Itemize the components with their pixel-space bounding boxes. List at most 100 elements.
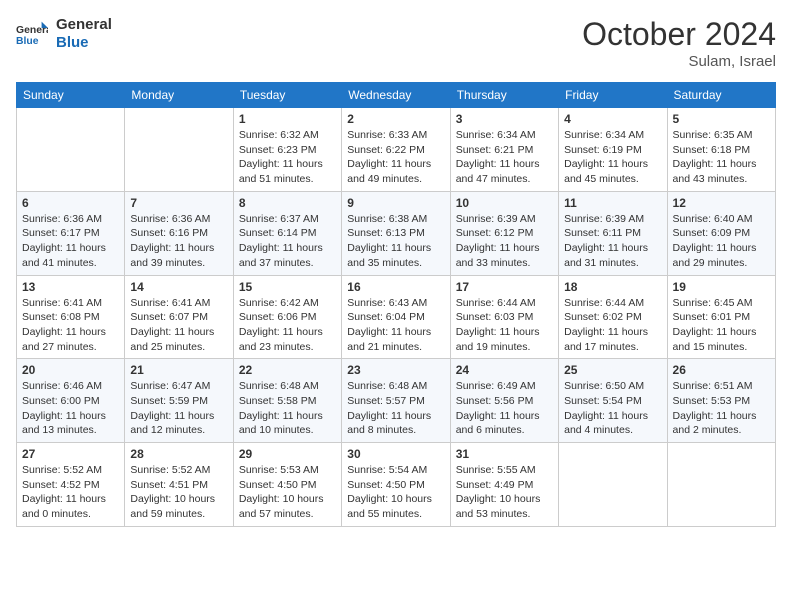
calendar-cell — [17, 108, 125, 192]
day-number: 25 — [564, 363, 661, 377]
day-info: Sunrise: 5:52 AM Sunset: 4:52 PM Dayligh… — [22, 463, 119, 522]
location: Sulam, Israel — [582, 53, 776, 70]
page-header: General Blue General Blue October 2024 S… — [16, 16, 776, 70]
col-header-saturday: Saturday — [667, 83, 775, 108]
day-info: Sunrise: 6:38 AM Sunset: 6:13 PM Dayligh… — [347, 212, 444, 271]
calendar-cell: 23Sunrise: 6:48 AM Sunset: 5:57 PM Dayli… — [342, 359, 450, 443]
calendar-cell: 14 Sunrise: 6:41 AM Sunset: 6:07 PM Dayli… — [125, 275, 233, 359]
day-number: 17 — [456, 280, 553, 294]
calendar-cell: 17Sunrise: 6:44 AM Sunset: 6:03 PM Dayli… — [450, 275, 558, 359]
day-number: 9 — [347, 196, 444, 210]
day-number: 1 — [239, 112, 336, 126]
calendar-cell: 6 Sunrise: 6:36 AM Sunset: 6:17 PM Daylig… — [17, 191, 125, 275]
calendar-cell: 9 Sunrise: 6:38 AM Sunset: 6:13 PM Daylig… — [342, 191, 450, 275]
calendar-cell: 29 Sunrise: 5:53 AM Sunset: 4:50 PM Dayli… — [233, 443, 341, 527]
day-number: 31 — [456, 447, 553, 461]
col-header-friday: Friday — [559, 83, 667, 108]
day-number: 10 — [456, 196, 553, 210]
day-info: Sunrise: 6:40 AM Sunset: 6:09 PM Dayligh… — [673, 212, 770, 271]
calendar-week-4: 20 Sunrise: 6:46 AM Sunset: 6:00 PM Dayli… — [17, 359, 776, 443]
day-number: 29 — [239, 447, 336, 461]
title-block: October 2024 Sulam, Israel — [582, 16, 776, 70]
day-number: 22 — [239, 363, 336, 377]
day-info: Sunrise: 5:55 AM Sunset: 4:49 PM Dayligh… — [456, 463, 553, 522]
day-info: Sunrise: 6:46 AM Sunset: 6:00 PM Dayligh… — [22, 379, 119, 438]
day-number: 6 — [22, 196, 119, 210]
col-header-thursday: Thursday — [450, 83, 558, 108]
calendar-week-2: 6 Sunrise: 6:36 AM Sunset: 6:17 PM Daylig… — [17, 191, 776, 275]
calendar-cell: 20 Sunrise: 6:46 AM Sunset: 6:00 PM Dayli… — [17, 359, 125, 443]
calendar-cell — [559, 443, 667, 527]
day-info: Sunrise: 6:42 AM Sunset: 6:06 PM Dayligh… — [239, 296, 336, 355]
day-info: Sunrise: 6:36 AM Sunset: 6:16 PM Dayligh… — [130, 212, 227, 271]
calendar-cell: 18 Sunrise: 6:44 AM Sunset: 6:02 PM Dayli… — [559, 275, 667, 359]
day-info: Sunrise: 6:36 AM Sunset: 6:17 PM Dayligh… — [22, 212, 119, 271]
day-number: 26 — [673, 363, 770, 377]
calendar-cell: 26 Sunrise: 6:51 AM Sunset: 5:53 PM Dayli… — [667, 359, 775, 443]
calendar-cell: 31 Sunrise: 5:55 AM Sunset: 4:49 PM Dayli… — [450, 443, 558, 527]
day-number: 18 — [564, 280, 661, 294]
col-header-wednesday: Wednesday — [342, 83, 450, 108]
day-info: Sunrise: 6:35 AM Sunset: 6:18 PM Dayligh… — [673, 128, 770, 187]
day-info: Sunrise: 6:41 AM Sunset: 6:07 PM Dayligh… — [130, 296, 227, 355]
day-number: 14 — [130, 280, 227, 294]
day-info: Sunrise: 6:47 AM Sunset: 5:59 PM Dayligh… — [130, 379, 227, 438]
calendar-cell: 25 Sunrise: 6:50 AM Sunset: 5:54 PM Dayli… — [559, 359, 667, 443]
day-info: Sunrise: 5:53 AM Sunset: 4:50 PM Dayligh… — [239, 463, 336, 522]
day-info: Sunrise: 6:41 AM Sunset: 6:08 PM Dayligh… — [22, 296, 119, 355]
day-number: 8 — [239, 196, 336, 210]
calendar-body: 1 Sunrise: 6:32 AM Sunset: 6:23 PM Daylig… — [17, 108, 776, 527]
day-number: 12 — [673, 196, 770, 210]
col-header-sunday: Sunday — [17, 83, 125, 108]
calendar-table: SundayMondayTuesdayWednesdayThursdayFrid… — [16, 82, 776, 527]
col-header-tuesday: Tuesday — [233, 83, 341, 108]
calendar-cell: 22 Sunrise: 6:48 AM Sunset: 5:58 PM Dayli… — [233, 359, 341, 443]
day-info: Sunrise: 6:37 AM Sunset: 6:14 PM Dayligh… — [239, 212, 336, 271]
calendar-cell: 12 Sunrise: 6:40 AM Sunset: 6:09 PM Dayli… — [667, 191, 775, 275]
calendar-cell: 11 Sunrise: 6:39 AM Sunset: 6:11 PM Dayli… — [559, 191, 667, 275]
day-number: 28 — [130, 447, 227, 461]
day-info: Sunrise: 6:45 AM Sunset: 6:01 PM Dayligh… — [673, 296, 770, 355]
day-info: Sunrise: 6:50 AM Sunset: 5:54 PM Dayligh… — [564, 379, 661, 438]
day-number: 3 — [456, 112, 553, 126]
day-info: Sunrise: 6:44 AM Sunset: 6:02 PM Dayligh… — [564, 296, 661, 355]
calendar-cell: 10Sunrise: 6:39 AM Sunset: 6:12 PM Dayli… — [450, 191, 558, 275]
day-info: Sunrise: 6:48 AM Sunset: 5:58 PM Dayligh… — [239, 379, 336, 438]
svg-text:Blue: Blue — [16, 36, 39, 47]
day-info: Sunrise: 6:34 AM Sunset: 6:19 PM Dayligh… — [564, 128, 661, 187]
day-number: 21 — [130, 363, 227, 377]
day-number: 4 — [564, 112, 661, 126]
day-number: 30 — [347, 447, 444, 461]
day-number: 5 — [673, 112, 770, 126]
calendar-cell: 15Sunrise: 6:42 AM Sunset: 6:06 PM Dayli… — [233, 275, 341, 359]
calendar-week-5: 27 Sunrise: 5:52 AM Sunset: 4:52 PM Dayli… — [17, 443, 776, 527]
calendar-cell: 21 Sunrise: 6:47 AM Sunset: 5:59 PM Dayli… — [125, 359, 233, 443]
calendar-cell: 8 Sunrise: 6:37 AM Sunset: 6:14 PM Daylig… — [233, 191, 341, 275]
day-info: Sunrise: 6:32 AM Sunset: 6:23 PM Dayligh… — [239, 128, 336, 187]
calendar-cell — [667, 443, 775, 527]
day-info: Sunrise: 6:33 AM Sunset: 6:22 PM Dayligh… — [347, 128, 444, 187]
calendar-cell: 19 Sunrise: 6:45 AM Sunset: 6:01 PM Dayli… — [667, 275, 775, 359]
col-header-monday: Monday — [125, 83, 233, 108]
calendar-week-3: 13Sunrise: 6:41 AM Sunset: 6:08 PM Dayli… — [17, 275, 776, 359]
day-number: 19 — [673, 280, 770, 294]
day-info: Sunrise: 6:39 AM Sunset: 6:11 PM Dayligh… — [564, 212, 661, 271]
calendar-cell: 7Sunrise: 6:36 AM Sunset: 6:16 PM Daylig… — [125, 191, 233, 275]
day-number: 16 — [347, 280, 444, 294]
logo: General Blue General Blue — [16, 16, 112, 52]
logo-icon: General Blue — [16, 20, 48, 48]
calendar-cell: 3Sunrise: 6:34 AM Sunset: 6:21 PM Daylig… — [450, 108, 558, 192]
calendar-cell: 1 Sunrise: 6:32 AM Sunset: 6:23 PM Daylig… — [233, 108, 341, 192]
day-number: 27 — [22, 447, 119, 461]
calendar-cell: 5 Sunrise: 6:35 AM Sunset: 6:18 PM Daylig… — [667, 108, 775, 192]
calendar-cell: 4 Sunrise: 6:34 AM Sunset: 6:19 PM Daylig… — [559, 108, 667, 192]
calendar-cell: 13Sunrise: 6:41 AM Sunset: 6:08 PM Dayli… — [17, 275, 125, 359]
calendar-cell: 28 Sunrise: 5:52 AM Sunset: 4:51 PM Dayli… — [125, 443, 233, 527]
day-info: Sunrise: 5:52 AM Sunset: 4:51 PM Dayligh… — [130, 463, 227, 522]
day-number: 23 — [347, 363, 444, 377]
day-info: Sunrise: 6:51 AM Sunset: 5:53 PM Dayligh… — [673, 379, 770, 438]
calendar-cell: 16Sunrise: 6:43 AM Sunset: 6:04 PM Dayli… — [342, 275, 450, 359]
day-number: 11 — [564, 196, 661, 210]
day-number: 2 — [347, 112, 444, 126]
day-number: 20 — [22, 363, 119, 377]
